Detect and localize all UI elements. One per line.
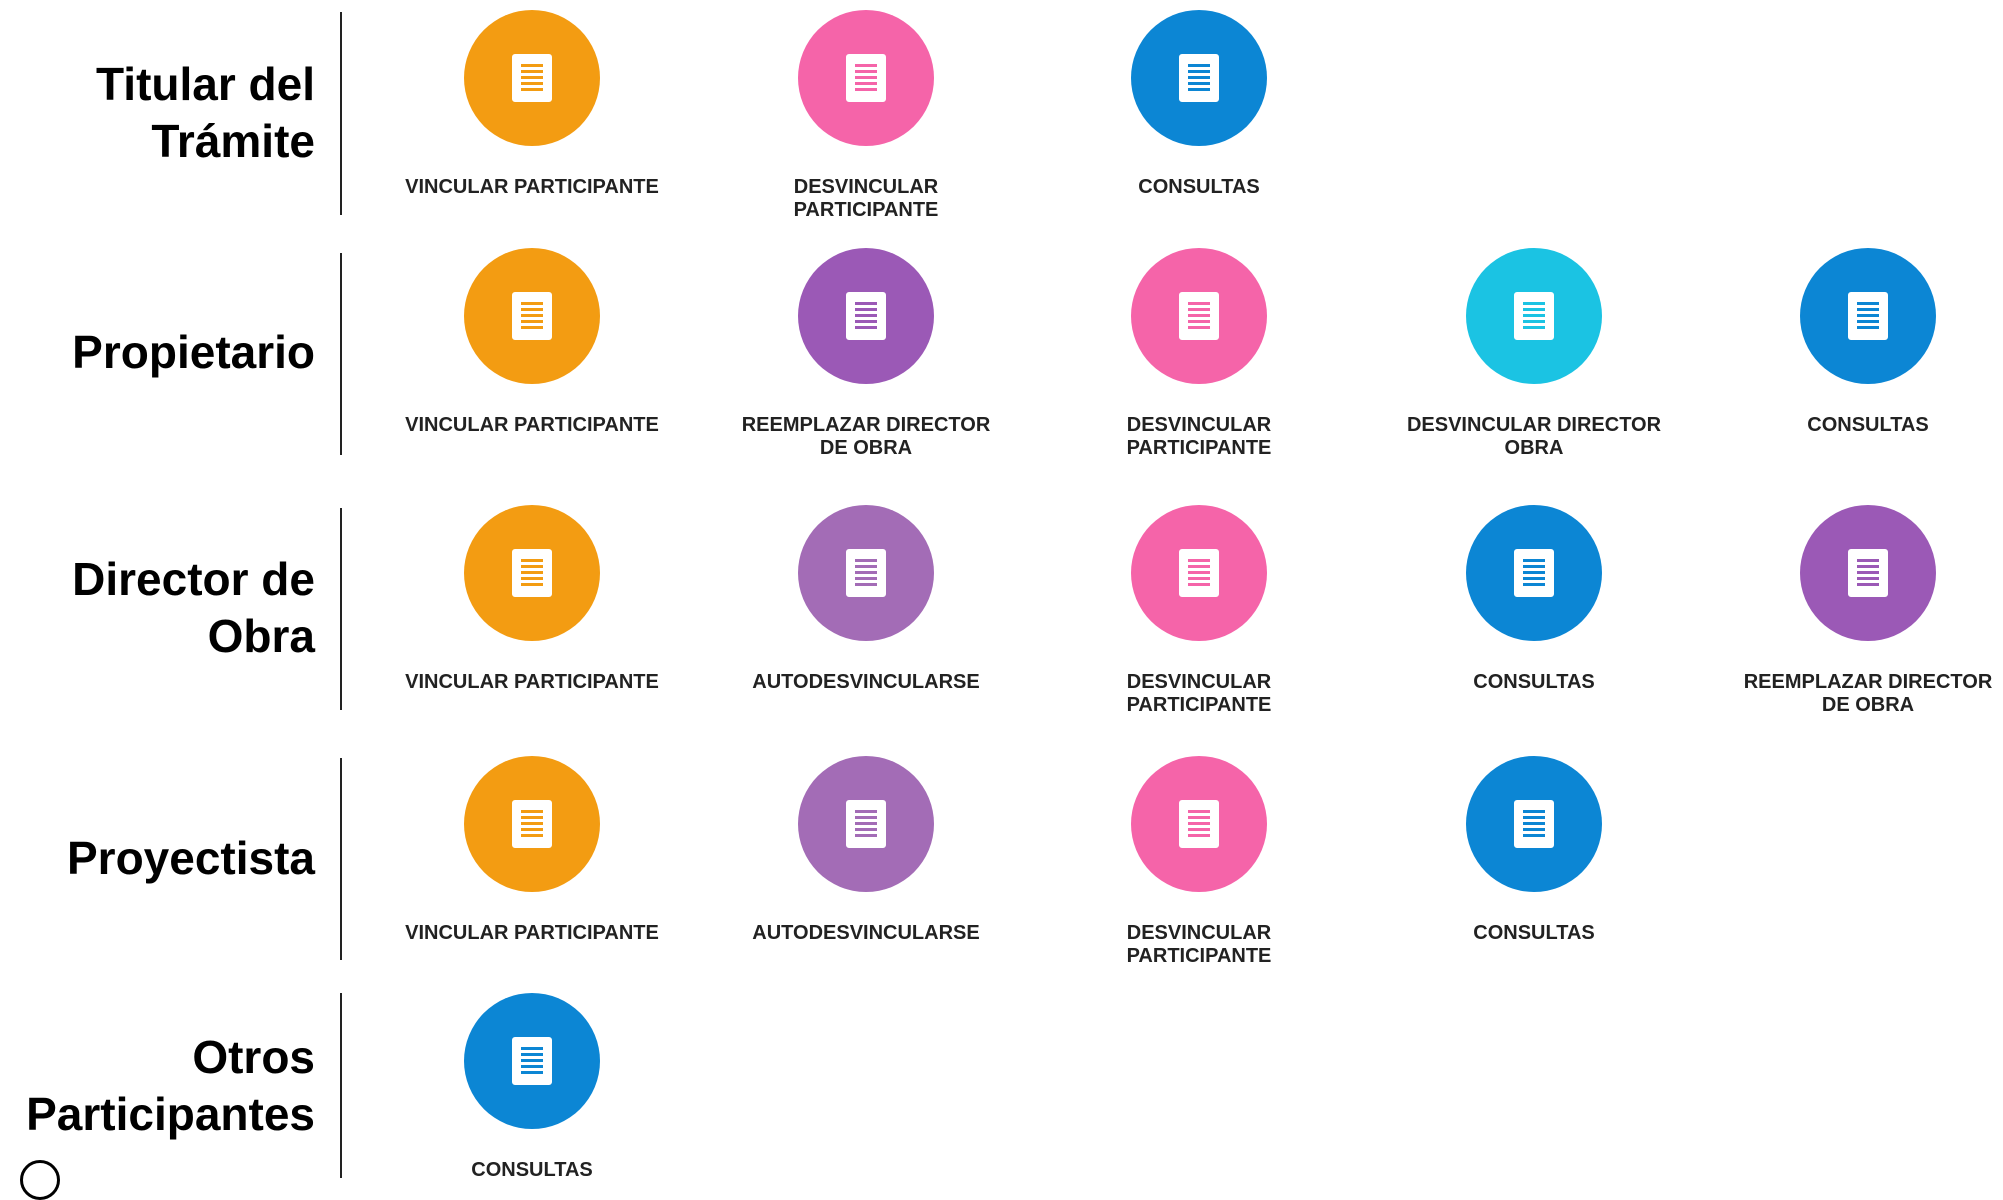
action-button[interactable]: DESVINCULAR DIRECTOR OBRA bbox=[1384, 248, 1684, 460]
action-label: DESVINCULAR PARTICIPANTE bbox=[1126, 414, 1272, 459]
action-button[interactable]: DESVINCULAR PARTICIPANTE bbox=[1049, 505, 1349, 717]
action-circle[interactable] bbox=[1131, 505, 1267, 641]
document-icon bbox=[512, 800, 552, 848]
action-label: CONSULTAS bbox=[471, 1159, 593, 1181]
action-label: DESVINCULAR PARTICIPANTE bbox=[1126, 922, 1272, 967]
action-circle[interactable] bbox=[1800, 505, 1936, 641]
action-label: VINCULAR PARTICIPANTE bbox=[405, 176, 659, 198]
row-divider bbox=[340, 993, 342, 1178]
role-label: Titular del Trámite bbox=[96, 57, 315, 167]
row-divider bbox=[340, 758, 342, 960]
action-label: AUTODESVINCULARSE bbox=[752, 671, 980, 693]
document-icon bbox=[1514, 549, 1554, 597]
document-icon bbox=[1514, 800, 1554, 848]
role-row: Propietario VINCULAR PARTICIPANTE REEMPLAZ… bbox=[0, 248, 2003, 459]
action-button[interactable]: CONSULTAS bbox=[1049, 10, 1349, 199]
role-row: Titular del Trámite VINCULAR PARTICIPANTE… bbox=[0, 10, 2003, 221]
action-button[interactable]: VINCULAR PARTICIPANTE bbox=[382, 756, 682, 945]
action-label: CONSULTAS bbox=[1473, 671, 1595, 693]
document-icon bbox=[512, 292, 552, 340]
role-label: Proyectista bbox=[66, 832, 315, 884]
action-button[interactable]: VINCULAR PARTICIPANTE bbox=[382, 248, 682, 437]
action-label: VINCULAR PARTICIPANTE bbox=[405, 671, 659, 693]
action-circle[interactable] bbox=[1800, 248, 1936, 384]
role-label: Propietario bbox=[72, 325, 315, 378]
action-circle[interactable] bbox=[1131, 10, 1267, 146]
document-icon bbox=[512, 549, 552, 597]
document-icon bbox=[512, 1037, 552, 1085]
action-label: VINCULAR PARTICIPANTE bbox=[405, 922, 659, 944]
action-circle[interactable] bbox=[1466, 248, 1602, 384]
action-button[interactable]: CONSULTAS bbox=[382, 993, 682, 1182]
action-button[interactable]: DESVINCULAR PARTICIPANTE bbox=[1049, 756, 1349, 968]
document-icon bbox=[1179, 54, 1219, 102]
action-circle[interactable] bbox=[1131, 756, 1267, 892]
document-icon bbox=[1848, 549, 1888, 597]
document-icon bbox=[1179, 292, 1219, 340]
role-row: Proyectista VINCULAR PARTICIPANTE AUTODESV… bbox=[0, 756, 2003, 967]
action-circle[interactable] bbox=[798, 10, 934, 146]
document-icon bbox=[1179, 549, 1219, 597]
action-button[interactable]: DESVINCULAR PARTICIPANTE bbox=[1049, 248, 1349, 460]
document-icon bbox=[846, 292, 886, 340]
document-icon bbox=[512, 54, 552, 102]
action-label: CONSULTAS bbox=[1807, 414, 1929, 436]
action-label: VINCULAR PARTICIPANTE bbox=[405, 414, 659, 436]
action-circle[interactable] bbox=[464, 10, 600, 146]
logo-icon bbox=[20, 1160, 60, 1200]
action-circle[interactable] bbox=[798, 756, 934, 892]
role-label: Director de Obra bbox=[72, 553, 315, 662]
action-button[interactable]: CONSULTAS bbox=[1384, 756, 1684, 945]
action-label: AUTODESVINCULARSE bbox=[752, 922, 980, 944]
action-button[interactable]: DESVINCULAR PARTICIPANTE bbox=[716, 10, 1016, 222]
role-row: Director de Obra VINCULAR PARTICIPANTE AUT… bbox=[0, 505, 2003, 716]
role-row: Otros Participantes CONSULTAS bbox=[0, 993, 2003, 1181]
document-icon bbox=[1179, 800, 1219, 848]
action-label: CONSULTAS bbox=[1138, 176, 1260, 198]
action-button[interactable]: AUTODESVINCULARSE bbox=[716, 505, 1016, 694]
action-button[interactable]: CONSULTAS bbox=[1384, 505, 1684, 694]
action-label: DESVINCULAR PARTICIPANTE bbox=[1126, 671, 1272, 716]
action-button[interactable]: REEMPLAZAR DIRECTOR DE OBRA bbox=[716, 248, 1016, 460]
action-circle[interactable] bbox=[464, 756, 600, 892]
action-label: REEMPLAZAR DIRECTOR DE OBRA bbox=[741, 414, 991, 459]
action-circle[interactable] bbox=[464, 993, 600, 1129]
row-divider bbox=[340, 253, 342, 455]
action-circle[interactable] bbox=[464, 248, 600, 384]
action-label: DESVINCULAR PARTICIPANTE bbox=[793, 176, 939, 221]
action-circle[interactable] bbox=[1131, 248, 1267, 384]
document-icon bbox=[846, 549, 886, 597]
action-circle[interactable] bbox=[798, 248, 934, 384]
document-icon bbox=[846, 54, 886, 102]
action-label: CONSULTAS bbox=[1473, 922, 1595, 944]
action-circle[interactable] bbox=[1466, 505, 1602, 641]
document-icon bbox=[1514, 292, 1554, 340]
action-button[interactable]: VINCULAR PARTICIPANTE bbox=[382, 10, 682, 199]
action-label: DESVINCULAR DIRECTOR OBRA bbox=[1406, 414, 1662, 459]
document-icon bbox=[846, 800, 886, 848]
document-icon bbox=[1848, 292, 1888, 340]
action-circle[interactable] bbox=[464, 505, 600, 641]
role-label: Otros Participantes bbox=[26, 1030, 315, 1140]
action-button[interactable]: CONSULTAS bbox=[1718, 248, 2003, 437]
action-circle[interactable] bbox=[1466, 756, 1602, 892]
action-label: REEMPLAZAR DIRECTOR DE OBRA bbox=[1743, 671, 1993, 716]
row-divider bbox=[340, 508, 342, 710]
row-divider bbox=[340, 12, 342, 215]
action-button[interactable]: VINCULAR PARTICIPANTE bbox=[382, 505, 682, 694]
action-circle[interactable] bbox=[798, 505, 934, 641]
action-button[interactable]: AUTODESVINCULARSE bbox=[716, 756, 1016, 945]
action-button[interactable]: REEMPLAZAR DIRECTOR DE OBRA bbox=[1718, 505, 2003, 717]
